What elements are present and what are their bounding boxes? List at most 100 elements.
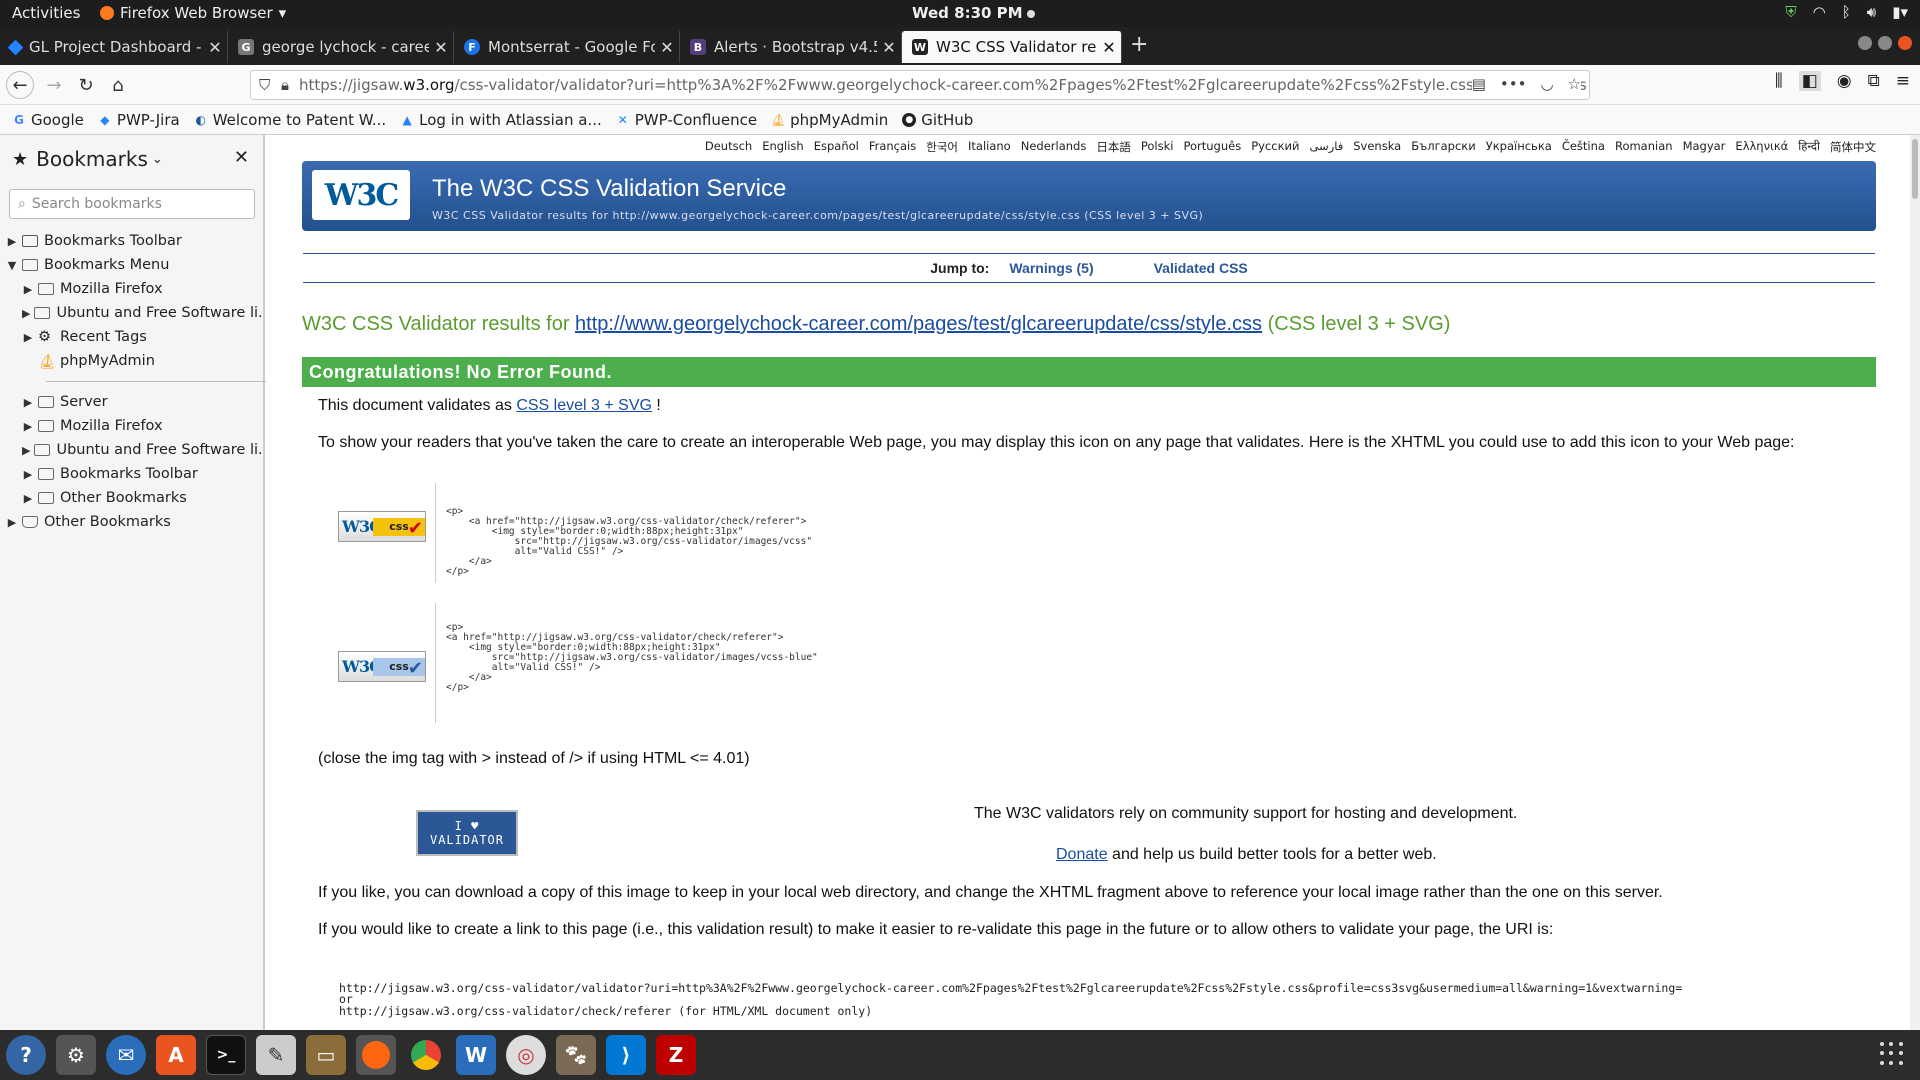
app-menu[interactable]: Firefox Web Browser ▾ (100, 4, 286, 22)
clock[interactable]: Wed 8:30 PM (912, 4, 1035, 22)
chevron-right-icon[interactable]: ▶ (6, 516, 18, 529)
tracking-shield-icon[interactable]: ⛉ (259, 76, 270, 94)
pocket-icon[interactable]: ◡ (1540, 75, 1553, 93)
chevron-right-icon[interactable]: ▶ (22, 492, 34, 505)
sidebar-header[interactable]: ★ Bookmarks ⌄ (0, 135, 263, 183)
account-icon[interactable]: ◉ (1837, 71, 1852, 91)
new-tab-button[interactable]: + (1130, 32, 1148, 57)
chevron-right-icon[interactable]: ▶ (22, 307, 30, 320)
bookmark-atlassian[interactable]: ▲ Log in with Atlassian a... (400, 111, 602, 129)
tree-item-mozilla-firefox[interactable]: ▶ Mozilla Firefox (6, 277, 263, 301)
maximize-button[interactable] (1878, 36, 1892, 50)
referer-uri[interactable]: http://jigsaw.w3.org/css-validator/check… (339, 1005, 872, 1018)
donate-link[interactable]: Donate (1056, 846, 1108, 863)
scrollbar-thumb[interactable] (1912, 139, 1918, 199)
search-bookmarks-input[interactable]: ⌕ Search bookmarks (9, 189, 255, 219)
lock-icon[interactable]: 🔒︎ (281, 76, 289, 94)
chrome-icon[interactable] (406, 1035, 446, 1075)
library-icon[interactable]: ⫼ (1775, 71, 1783, 91)
close-sidebar-button[interactable]: ✕ (234, 147, 249, 168)
close-icon[interactable]: ✕ (877, 38, 901, 57)
validation-uri[interactable]: http://jigsaw.w3.org/css-validator/valid… (339, 982, 1682, 995)
close-icon[interactable]: ✕ (203, 38, 227, 57)
chevron-right-icon[interactable]: ▶ (22, 420, 34, 433)
back-button[interactable]: ← (6, 71, 34, 99)
bookmark-google[interactable]: G Google (12, 111, 84, 129)
jump-warnings-link[interactable]: Warnings (5) (1009, 260, 1093, 276)
more-actions-icon[interactable]: ••• (1500, 75, 1527, 93)
lang-link[interactable]: Svenska (1353, 139, 1401, 155)
chevron-down-icon[interactable]: ▼ (6, 259, 18, 272)
help-icon[interactable]: ? (6, 1035, 46, 1075)
tab-george-lychock[interactable]: G george lychock - career ✕ (228, 31, 454, 63)
w3c-logo[interactable]: W3C (312, 170, 410, 220)
bookmark-github[interactable]: ● GitHub (902, 111, 973, 129)
jump-validated-link[interactable]: Validated CSS (1154, 260, 1248, 276)
lang-link[interactable]: Français (869, 139, 916, 155)
page-scrollbar[interactable] (1910, 135, 1920, 1030)
disk-icon[interactable]: ◎ (506, 1035, 546, 1075)
software-center-icon[interactable]: A (156, 1035, 196, 1075)
volume-icon[interactable]: 🔊︎ (1867, 3, 1876, 21)
lang-link[interactable]: Deutsch (705, 139, 752, 155)
lang-link[interactable]: Magyar (1683, 139, 1726, 155)
lang-link[interactable]: Polski (1141, 139, 1174, 155)
lang-link[interactable]: Italiano (968, 139, 1011, 155)
wifi-icon[interactable]: ◠ (1813, 3, 1826, 21)
tree-item-phpmyadmin[interactable]: ⛵︎ phpMyAdmin (6, 349, 263, 373)
lang-link[interactable]: Ελληνικά (1735, 139, 1788, 155)
lang-link[interactable]: Português (1183, 139, 1241, 155)
shield-icon[interactable]: ⛨ (1785, 3, 1796, 21)
valid-css-blue-badge[interactable]: W3C css ✔ (338, 651, 426, 682)
tab-gl-dashboard[interactable]: GL Project Dashboard - P ✕ (0, 31, 228, 63)
lang-link[interactable]: فارسی (1309, 139, 1343, 155)
minimize-button[interactable] (1858, 36, 1872, 50)
validated-url-link[interactable]: http://www.georgelychock-career.com/page… (575, 313, 1262, 335)
tree-item-server[interactable]: ▶ Server (6, 390, 263, 414)
chevron-right-icon[interactable]: ▶ (22, 283, 34, 296)
lang-link[interactable]: English (762, 139, 804, 155)
thunderbird-icon[interactable]: ✉ (106, 1035, 146, 1075)
chevron-right-icon[interactable]: ▶ (6, 235, 18, 248)
tab-w3c-validator[interactable]: W W3C CSS Validator resul ✕ (902, 31, 1122, 63)
tree-item-mozilla-firefox-2[interactable]: ▶ Mozilla Firefox (6, 414, 263, 438)
reader-view-icon[interactable]: ▤ (1472, 75, 1486, 93)
battery-icon[interactable]: ▮▾ (1892, 3, 1908, 21)
forward-button[interactable]: → (40, 71, 68, 99)
lang-link[interactable]: Čeština (1562, 139, 1605, 155)
lang-link[interactable]: 한국어 (926, 139, 958, 155)
terminal-icon[interactable]: >_ (206, 1035, 246, 1075)
bookmark-confluence[interactable]: ✕ PWP-Confluence (616, 111, 757, 129)
tree-item-ubuntu[interactable]: ▶ Ubuntu and Free Software li... (6, 301, 263, 325)
url-bar[interactable]: ⛉ 🔒︎ https://jigsaw. w3.org/css-validator… (250, 70, 1590, 100)
tree-item-recent-tags[interactable]: ▶ ⚙ Recent Tags (6, 325, 263, 349)
tree-item-bookmarks-menu[interactable]: ▼ Bookmarks Menu (6, 253, 263, 277)
lang-link[interactable]: Русский (1251, 139, 1299, 155)
lang-link[interactable]: 日本語 (1096, 139, 1131, 155)
close-icon[interactable]: ✕ (1097, 38, 1121, 57)
bookmark-phpmyadmin[interactable]: ⛵︎ phpMyAdmin (770, 111, 888, 129)
close-icon[interactable]: ✕ (655, 38, 679, 57)
css-level-link[interactable]: CSS level 3 + SVG (516, 397, 652, 414)
tab-montserrat[interactable]: F Montserrat - Google Fon ✕ (454, 31, 680, 63)
lang-link[interactable]: Nederlands (1021, 139, 1087, 155)
system-tray[interactable]: ⛨ ◠ ᛒ 🔊︎ ▮▾ (1785, 3, 1908, 21)
chevron-right-icon[interactable]: ▶ (22, 444, 30, 457)
sidebar-toggle-icon[interactable]: ◧ (1798, 71, 1821, 91)
bluetooth-icon[interactable]: ᛒ (1842, 3, 1851, 21)
tree-item-bookmarks-toolbar-2[interactable]: ▶ Bookmarks Toolbar (6, 462, 263, 486)
tree-item-ubuntu-2[interactable]: ▶ Ubuntu and Free Software li... (6, 438, 263, 462)
firefox-icon[interactable] (356, 1035, 396, 1075)
lang-link[interactable]: Romanian (1615, 139, 1673, 155)
extensions-icon[interactable]: ⧉ (1868, 71, 1880, 91)
gimp-icon[interactable]: 🐾︎ (556, 1035, 596, 1075)
lang-link[interactable]: Български (1411, 139, 1476, 155)
chevron-right-icon[interactable]: ▶ (22, 331, 34, 344)
vscode-icon[interactable]: ⟩ (606, 1035, 646, 1075)
chevron-right-icon[interactable]: ▶ (22, 396, 34, 409)
lang-link[interactable]: Українська (1486, 139, 1552, 155)
home-button[interactable]: ⌂ (104, 71, 132, 99)
tree-item-bookmarks-toolbar[interactable]: ▶ Bookmarks Toolbar (6, 229, 263, 253)
writer-icon[interactable]: W (456, 1035, 496, 1075)
settings-icon[interactable]: ⚙ (56, 1035, 96, 1075)
